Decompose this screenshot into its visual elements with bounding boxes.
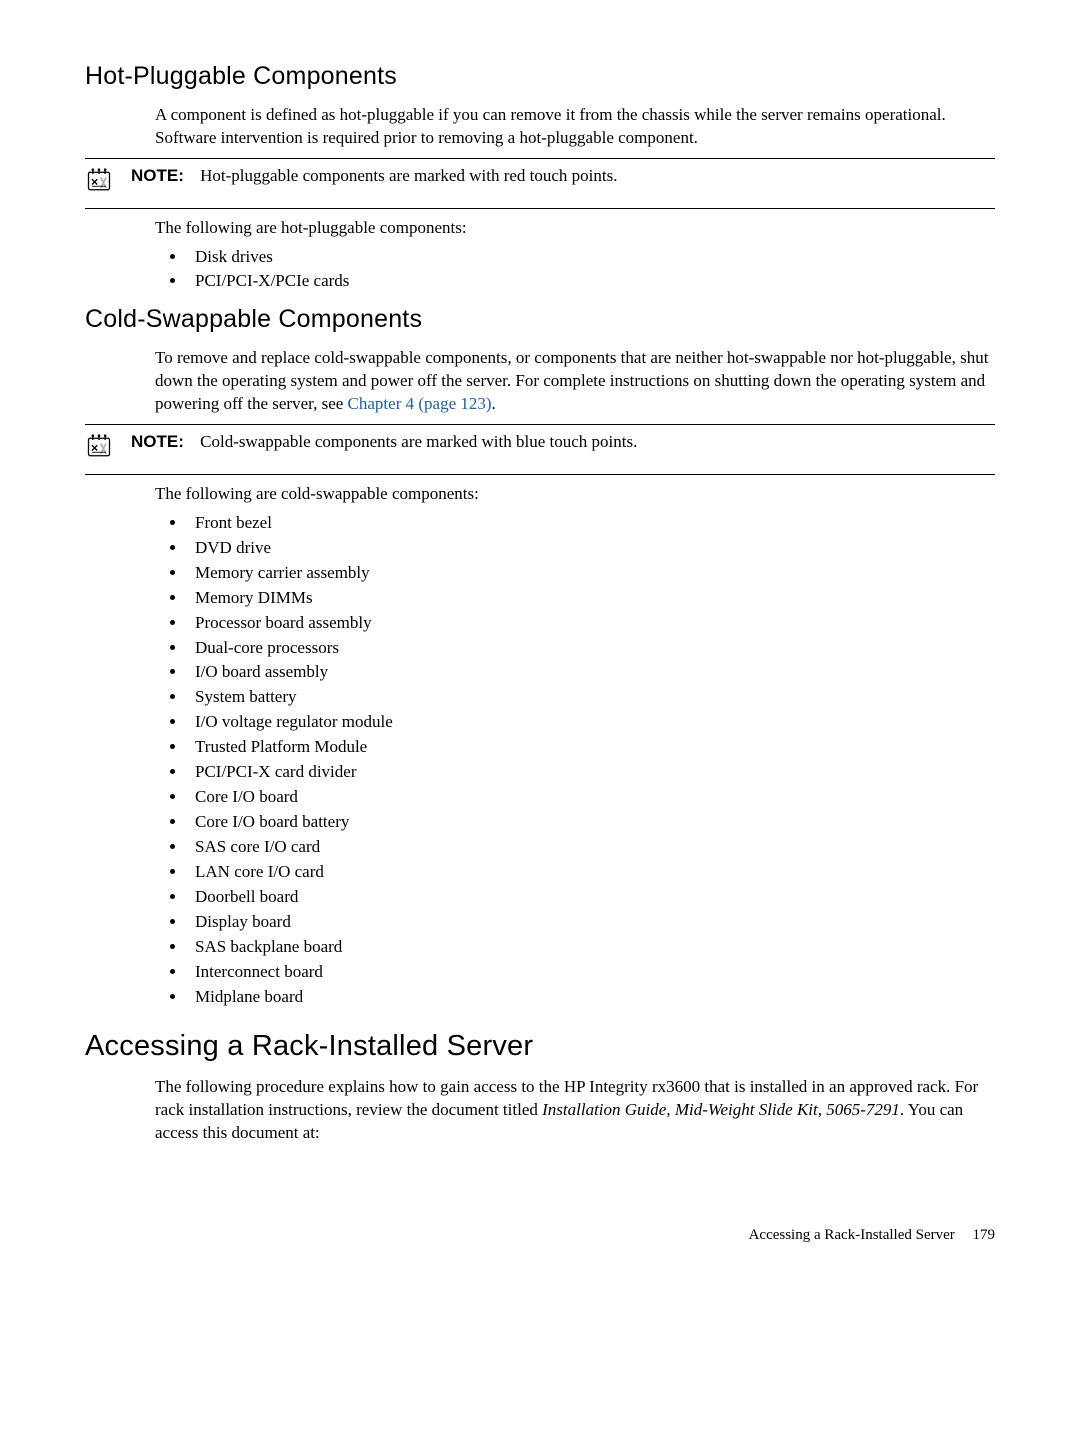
footer-page-number: 179 [973, 1227, 996, 1243]
list-item: Dual-core processors [187, 637, 995, 660]
link-chapter-4[interactable]: Chapter 4 (page 123) [348, 394, 492, 413]
list-item: Display board [187, 911, 995, 934]
paragraph-cold-swappable-intro: To remove and replace cold-swappable com… [155, 347, 995, 416]
list-item: SAS backplane board [187, 936, 995, 959]
list-item: I/O voltage regulator module [187, 711, 995, 734]
note-icon [85, 433, 117, 468]
list-item: Core I/O board battery [187, 811, 995, 834]
heading-hot-pluggable: Hot-Pluggable Components [85, 60, 995, 94]
list-intro-hot-pluggable: The following are hot-pluggable componen… [155, 217, 995, 240]
list-item: Trusted Platform Module [187, 736, 995, 759]
paragraph-hot-pluggable-intro: A component is defined as hot-pluggable … [155, 104, 995, 150]
note-hot-pluggable: NOTE: Hot-pluggable components are marke… [85, 158, 995, 209]
note-icon [85, 167, 117, 202]
heading-cold-swappable: Cold-Swappable Components [85, 303, 995, 337]
list-hot-pluggable: Disk drives PCI/PCI-X/PCIe cards [155, 246, 995, 294]
list-item: System battery [187, 686, 995, 709]
list-item: Memory DIMMs [187, 587, 995, 610]
list-item: Interconnect board [187, 961, 995, 984]
list-item: Doorbell board [187, 886, 995, 909]
list-item: I/O board assembly [187, 661, 995, 684]
list-item: PCI/PCI-X card divider [187, 761, 995, 784]
list-item: Processor board assembly [187, 612, 995, 635]
text-segment: . [492, 394, 496, 413]
text-segment: To remove and replace cold-swappable com… [155, 348, 988, 413]
list-item: Midplane board [187, 986, 995, 1009]
paragraph-accessing-intro: The following procedure explains how to … [155, 1076, 995, 1145]
footer-title: Accessing a Rack-Installed Server [749, 1227, 955, 1243]
list-item: Memory carrier assembly [187, 562, 995, 585]
list-item: PCI/PCI-X/PCIe cards [187, 270, 995, 293]
list-item: SAS core I/O card [187, 836, 995, 859]
list-cold-swappable: Front bezel DVD drive Memory carrier ass… [155, 512, 995, 1009]
list-item: Disk drives [187, 246, 995, 269]
list-intro-cold-swappable: The following are cold-swappable compone… [155, 483, 995, 506]
list-item: Core I/O board [187, 786, 995, 809]
list-item: DVD drive [187, 537, 995, 560]
note-cold-swappable: NOTE: Cold-swappable components are mark… [85, 424, 995, 475]
page-footer: Accessing a Rack-Installed Server 179 [85, 1225, 995, 1245]
text-italic-title: Installation Guide, Mid-Weight Slide Kit… [542, 1100, 900, 1119]
note-label: NOTE: [131, 166, 184, 185]
list-item: LAN core I/O card [187, 861, 995, 884]
note-label: NOTE: [131, 432, 184, 451]
heading-accessing-rack: Accessing a Rack-Installed Server [85, 1027, 995, 1066]
note-text: Cold-swappable components are marked wit… [200, 432, 637, 451]
list-item: Front bezel [187, 512, 995, 535]
note-text: Hot-pluggable components are marked with… [200, 166, 617, 185]
